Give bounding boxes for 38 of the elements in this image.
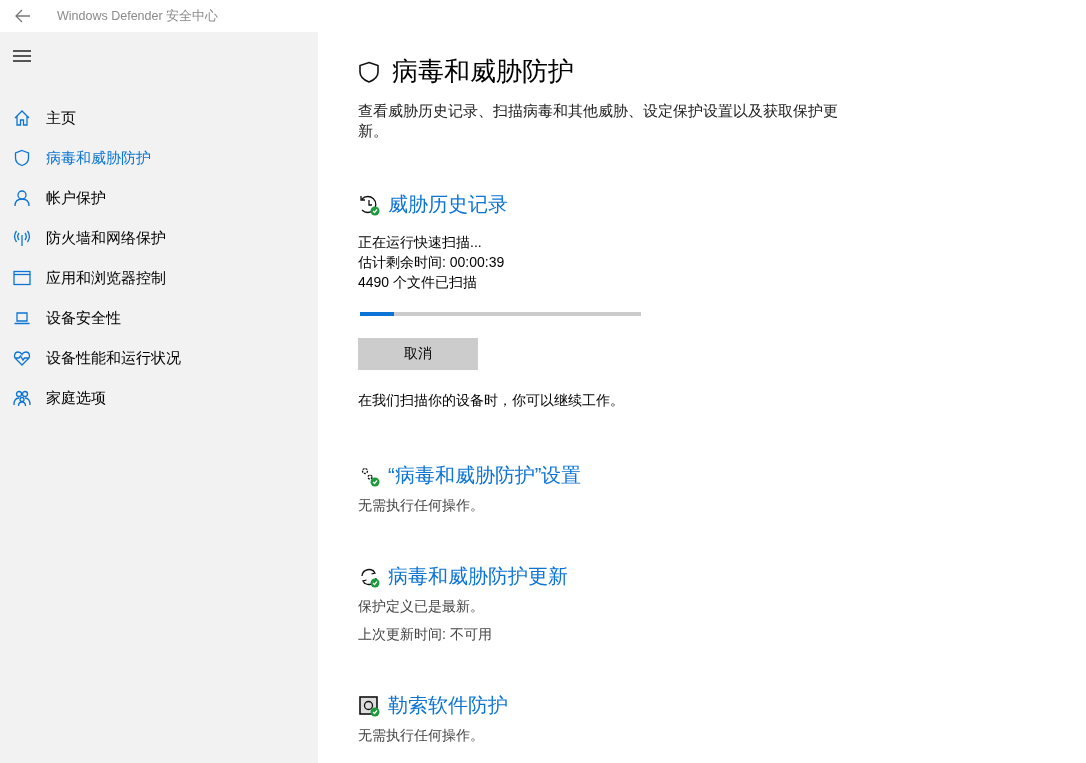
section-link[interactable]: “病毒和威胁防护”设置	[388, 462, 582, 489]
sidebar-item[interactable]: 防火墙和网络保护	[0, 218, 318, 258]
scan-status-text: 正在运行快速扫描...	[358, 233, 483, 252]
person-icon	[13, 189, 31, 207]
status-text: 无需执行任何操作。	[358, 726, 485, 745]
shield-icon	[13, 149, 31, 167]
scan-status-text: 估计剩余时间: 00:00:39	[358, 253, 506, 272]
sidebar-item[interactable]: 应用和浏览器控制	[0, 258, 318, 298]
window-title: Windows Defender 安全中心	[57, 7, 219, 25]
section-link[interactable]: 勒索软件防护	[388, 692, 508, 719]
shield-icon	[358, 60, 380, 83]
section-link[interactable]: 威胁历史记录	[388, 191, 508, 218]
scan-note: 在我们扫描你的设备时，你可以继续工作。	[358, 392, 625, 410]
history-clock-icon	[358, 193, 380, 216]
home-icon	[13, 109, 31, 127]
status-text: 无需执行任何操作。	[358, 496, 485, 515]
vault-icon	[358, 694, 380, 717]
page-description: 查看威胁历史记录、扫描病毒和其他威胁、设定保护设置以及获取保护更新。	[358, 102, 839, 141]
back-arrow-icon	[14, 7, 32, 25]
scan-status-text: 4490 个文件已扫描	[358, 273, 479, 292]
family-icon	[13, 389, 31, 407]
status-text: 上次更新时间: 不可用	[358, 625, 493, 644]
sidebar-item[interactable]: 主页	[0, 98, 318, 138]
sidebar-item[interactable]: 病毒和威胁防护	[0, 138, 318, 178]
browser-window-icon	[13, 269, 31, 287]
sidebar-item[interactable]: 帐户保护	[0, 178, 318, 218]
heart-pulse-icon	[13, 349, 31, 367]
sidebar-item[interactable]: 设备安全性	[0, 298, 318, 338]
menu-icon	[13, 47, 31, 65]
antenna-icon	[13, 229, 31, 247]
sidebar-item[interactable]: 家庭选项	[0, 378, 318, 418]
page-title: 病毒和威胁防护	[392, 55, 574, 88]
laptop-icon	[13, 309, 31, 327]
sidebar-item[interactable]: 设备性能和运行状况	[0, 338, 318, 378]
status-text: 保护定义已是最新。	[358, 597, 485, 616]
section-link[interactable]: 病毒和威胁防护更新	[388, 563, 568, 590]
cancel-button[interactable]: 取消	[358, 338, 478, 370]
back-button[interactable]	[14, 7, 32, 25]
